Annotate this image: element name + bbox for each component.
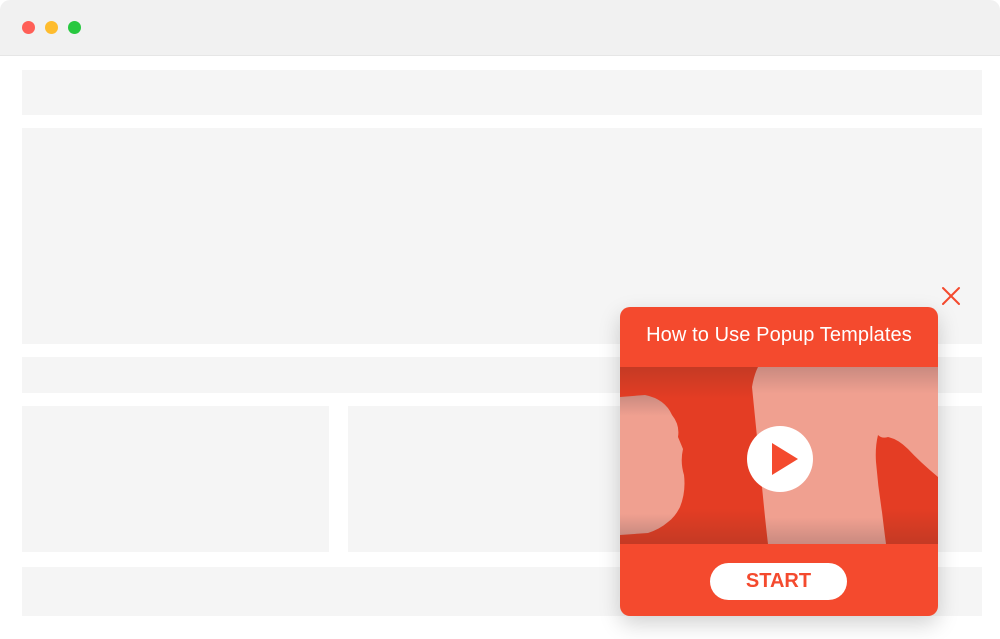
play-button[interactable] xyxy=(747,426,813,492)
video-popup: How to Use Popup Templates START xyxy=(620,307,938,616)
popup-title: How to Use Popup Templates xyxy=(646,324,912,346)
placeholder-header-block xyxy=(22,70,982,115)
play-icon xyxy=(747,426,813,492)
close-icon xyxy=(942,287,960,305)
window-titlebar xyxy=(0,0,1000,56)
start-button[interactable]: START xyxy=(710,563,847,600)
video-thumbnail[interactable] xyxy=(620,367,938,544)
browser-window: How to Use Popup Templates START xyxy=(0,0,1000,639)
window-minimize-button[interactable] xyxy=(45,21,58,34)
popup-close-button[interactable] xyxy=(939,284,963,308)
placeholder-left-card xyxy=(22,406,329,552)
window-maximize-button[interactable] xyxy=(68,21,81,34)
window-close-button[interactable] xyxy=(22,21,35,34)
